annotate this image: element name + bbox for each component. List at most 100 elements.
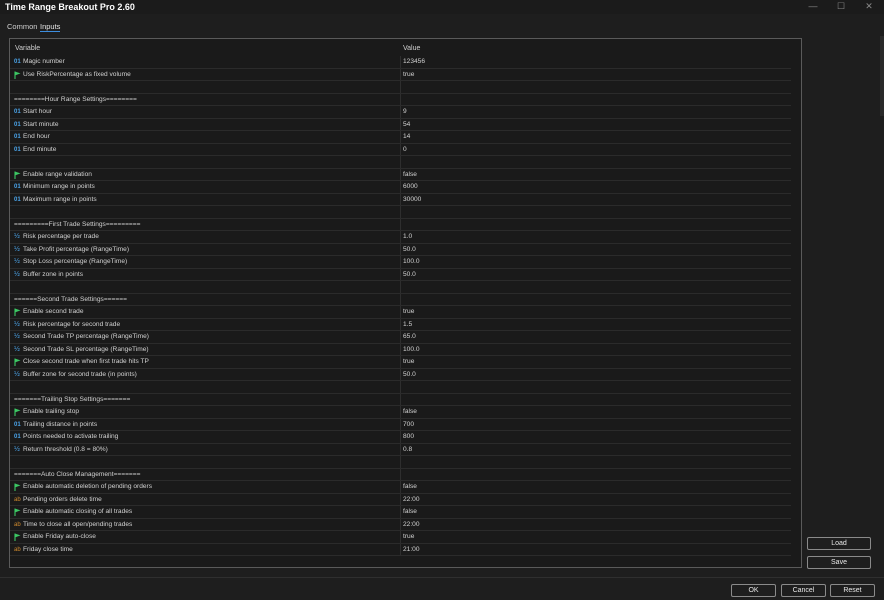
variable-value[interactable]: true	[403, 71, 414, 78]
close-icon[interactable]: ✕	[856, 0, 882, 14]
variable-value[interactable]: true	[403, 533, 414, 540]
variable-value[interactable]: false	[403, 408, 417, 415]
column-divider	[400, 381, 401, 393]
integer-type-icon: 01	[14, 421, 21, 428]
table-row[interactable]: Enable second trade true	[10, 306, 791, 319]
variable-value[interactable]: true	[403, 358, 414, 365]
variable-value[interactable]: false	[403, 483, 417, 490]
variable-label: Magic number	[23, 58, 65, 65]
column-divider	[400, 181, 401, 193]
variable-label: Pending orders delete time	[23, 495, 102, 503]
flag-icon	[14, 483, 21, 491]
table-row[interactable]: ½ Buffer zone for second trade (in points…	[10, 368, 791, 381]
table-row[interactable]: 01 End hour 14	[10, 131, 791, 144]
table-row[interactable]: Enable range validation false	[10, 168, 791, 181]
variable-value[interactable]: 100.0	[403, 346, 420, 353]
double-type-icon: ½	[14, 233, 20, 240]
table-row[interactable]: ab Pending orders delete time 22:00	[10, 493, 791, 506]
variable-label: Take Profit percentage (RangeTime)	[23, 245, 130, 253]
variable-value[interactable]: 123456	[403, 58, 425, 65]
variable-value[interactable]: false	[403, 508, 417, 515]
table-row[interactable]: 01 Minimum range in points 6000	[10, 181, 791, 194]
variable-label: Buffer zone in points	[23, 270, 83, 278]
variable-value[interactable]: 50.0	[403, 271, 416, 278]
section-header-row[interactable]: ========Hour Range Settings========	[10, 93, 791, 106]
column-divider	[400, 193, 401, 205]
variable-value[interactable]: 22:00	[403, 521, 420, 528]
tab-common[interactable]: Common	[7, 22, 37, 31]
table-row	[10, 81, 791, 94]
section-label: ======Second Trade Settings======	[14, 295, 127, 303]
window-title: Time Range Breakout Pro 2.60	[5, 2, 135, 12]
section-header-row[interactable]: =========First Trade Settings=========	[10, 218, 791, 231]
variable-value[interactable]: 22:00	[403, 496, 420, 503]
variable-value[interactable]: 100.0	[403, 258, 420, 265]
table-row[interactable]: ½ Take Profit percentage (RangeTime) 50.0	[10, 243, 791, 256]
table-row[interactable]: Enable Friday auto-close true	[10, 531, 791, 544]
variable-value[interactable]: 54	[403, 121, 410, 128]
maximize-icon[interactable]: ☐	[828, 0, 854, 14]
variable-value[interactable]: false	[403, 171, 417, 178]
minimize-icon[interactable]: —	[800, 0, 826, 14]
table-row[interactable]: 01 Start minute 54	[10, 118, 791, 131]
variable-value[interactable]: 14	[403, 133, 410, 140]
table-row[interactable]: 01 Start hour 9	[10, 106, 791, 119]
section-header-row[interactable]: ======Second Trade Settings======	[10, 293, 791, 306]
section-label: ========Hour Range Settings========	[14, 95, 137, 103]
column-divider	[400, 368, 401, 380]
variable-value[interactable]: 50.0	[403, 246, 416, 253]
variable-value[interactable]: 6000	[403, 183, 418, 190]
variable-value[interactable]: 1.5	[403, 321, 412, 328]
table-row[interactable]: 01 Magic number 123456	[10, 56, 791, 69]
variable-value[interactable]: 65.0	[403, 333, 416, 340]
reset-button[interactable]: Reset	[830, 584, 875, 597]
variable-value[interactable]: 0	[403, 146, 407, 153]
column-divider	[400, 506, 401, 518]
table-row[interactable]: ab Time to close all open/pending trades 2…	[10, 518, 791, 531]
table-row[interactable]: ½ Buffer zone in points 50.0	[10, 268, 791, 281]
table-row[interactable]: 01 Maximum range in points 30000	[10, 193, 791, 206]
table-row[interactable]: ab Friday close time 21:00	[10, 543, 791, 556]
table-row[interactable]: Use RiskPercentage as fixed volume true	[10, 68, 791, 81]
table-row[interactable]: 01 Trailing distance in points 700	[10, 418, 791, 431]
integer-type-icon: 01	[14, 59, 21, 65]
variable-value[interactable]: 21:00	[403, 546, 420, 553]
tab-inputs[interactable]: Inputs	[40, 22, 60, 31]
ok-button[interactable]: OK	[731, 584, 776, 597]
table-row[interactable]: 01 End minute 0	[10, 143, 791, 156]
column-divider	[400, 143, 401, 155]
table-row[interactable]: ½ Stop Loss percentage (RangeTime) 100.0	[10, 256, 791, 269]
variable-value[interactable]: 30000	[403, 196, 421, 203]
table-row[interactable]: Enable trailing stop false	[10, 406, 791, 419]
table-row[interactable]: Enable automatic closing of all trades fa…	[10, 506, 791, 519]
cancel-button[interactable]: Cancel	[781, 584, 826, 597]
section-header-row[interactable]: =======Auto Close Management=======	[10, 468, 791, 481]
load-button[interactable]: Load	[807, 537, 871, 550]
column-header-variable[interactable]: Variable	[15, 45, 40, 52]
variable-value[interactable]: true	[403, 308, 414, 315]
variable-value[interactable]: 800	[403, 433, 414, 440]
table-row[interactable]: ½ Return threshold (0.8 = 80%) 0.8	[10, 443, 791, 456]
section-header-row[interactable]: =======Trailing Stop Settings=======	[10, 393, 791, 406]
double-type-icon: ½	[14, 345, 20, 353]
table-row[interactable]: ½ Risk percentage per trade 1.0	[10, 231, 791, 244]
variable-value[interactable]: 1.0	[403, 233, 412, 240]
table-row[interactable]: ½ Second Trade TP percentage (RangeTime) 6…	[10, 331, 791, 344]
column-divider	[400, 206, 401, 218]
variable-label: Enable automatic deletion of pending ord…	[23, 483, 153, 490]
table-row[interactable]: ½ Second Trade SL percentage (RangeTime) 1…	[10, 343, 791, 356]
variable-value[interactable]: 700	[403, 421, 414, 428]
table-row[interactable]: Enable automatic deletion of pending ord…	[10, 481, 791, 494]
table-row[interactable]: ½ Risk percentage for second trade 1.5	[10, 318, 791, 331]
variable-value[interactable]: 50.0	[403, 371, 416, 378]
section-label: =========First Trade Settings=========	[14, 220, 141, 228]
column-header-value[interactable]: Value	[403, 45, 420, 52]
table-row[interactable]: Close second trade when first trade hits…	[10, 356, 791, 369]
double-type-icon: ½	[14, 320, 20, 328]
table-row[interactable]: 01 Points needed to activate trailing 800	[10, 431, 791, 444]
variable-value[interactable]: 0.8	[403, 446, 412, 453]
column-divider	[400, 518, 401, 530]
column-divider	[400, 331, 401, 343]
variable-value[interactable]: 9	[403, 108, 407, 115]
save-button[interactable]: Save	[807, 556, 871, 569]
